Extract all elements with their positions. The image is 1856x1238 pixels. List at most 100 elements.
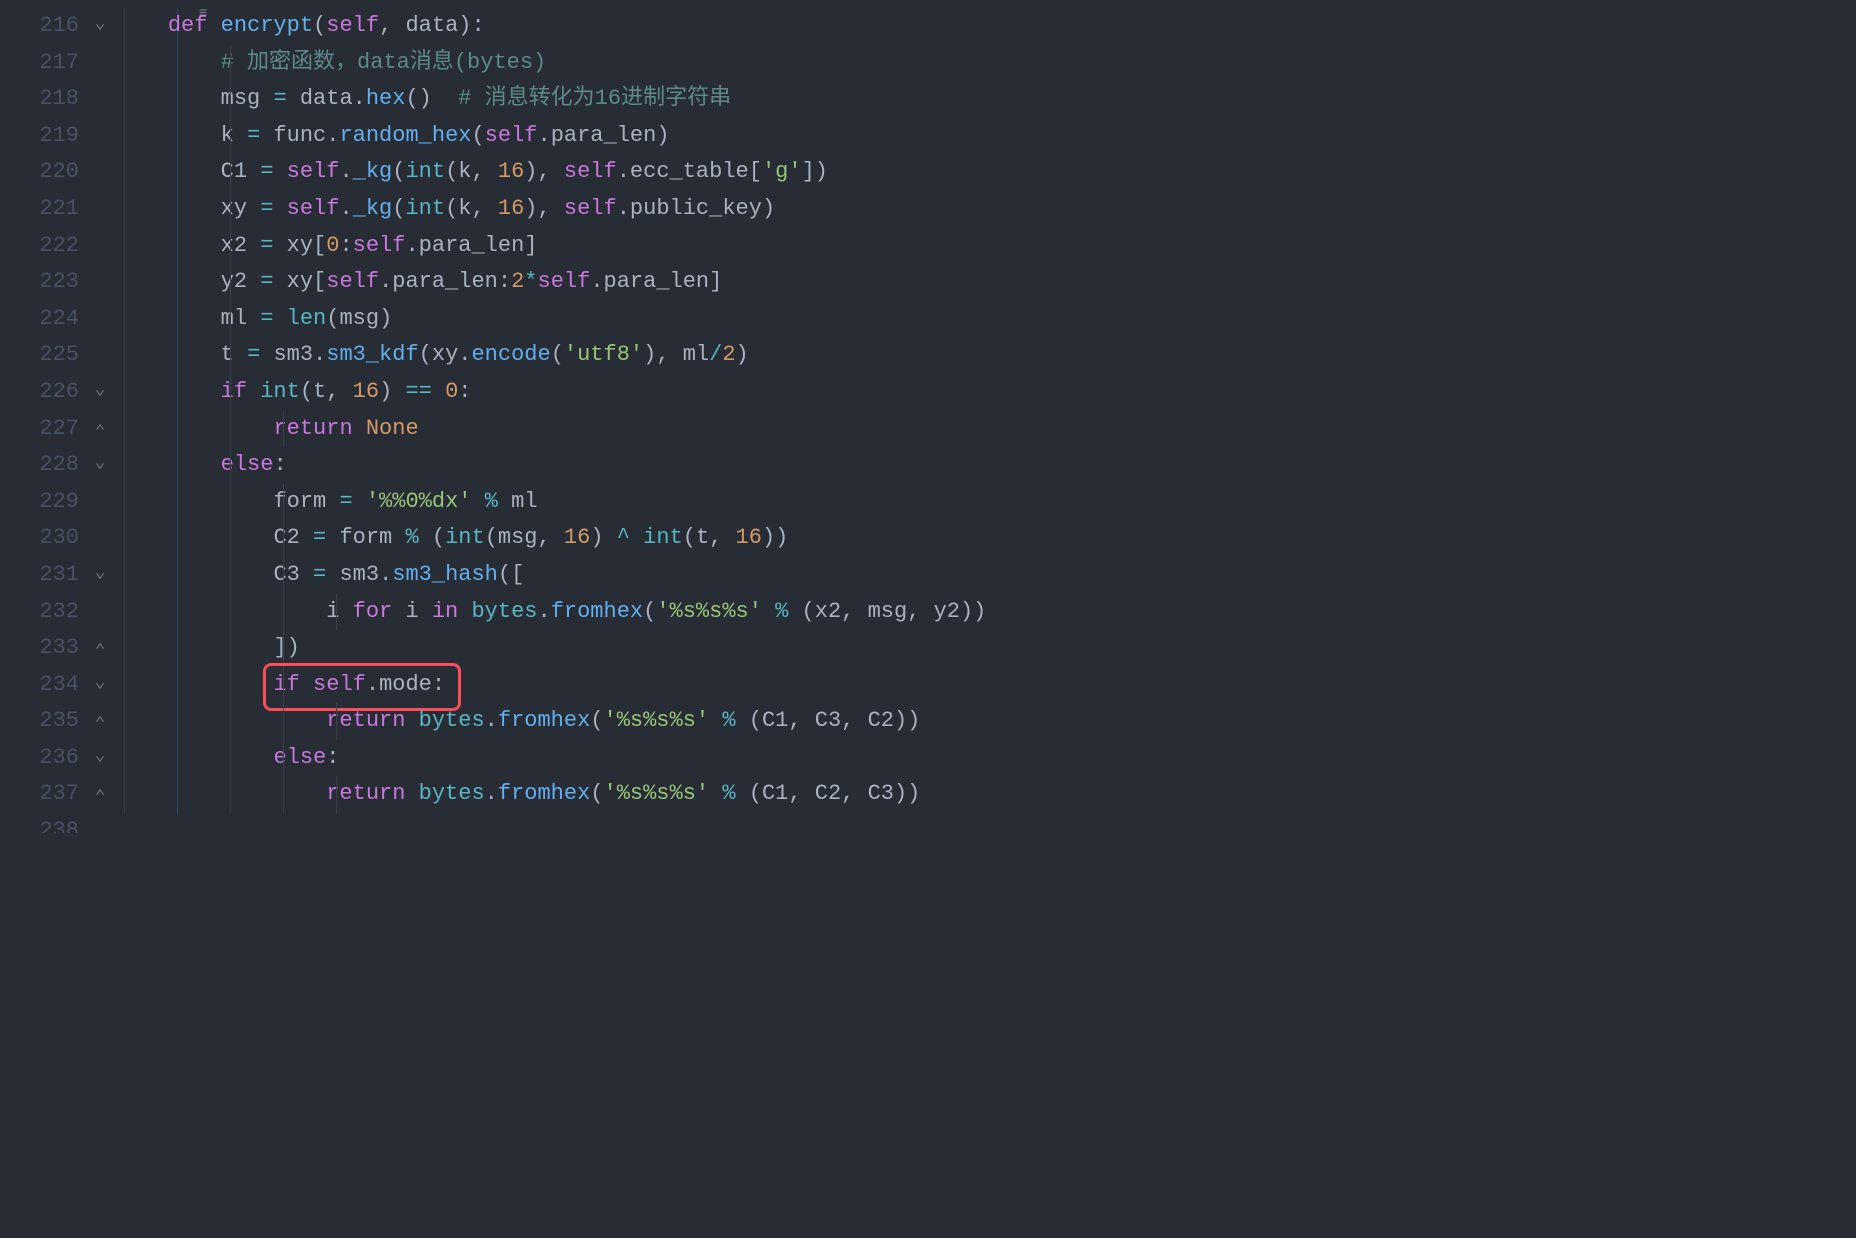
- fold-empty: [85, 118, 115, 155]
- token-punct: (: [392, 159, 405, 184]
- token-ident: mode: [379, 672, 432, 697]
- fold-expand-icon[interactable]: [85, 703, 115, 740]
- token-ident: k: [458, 196, 471, 221]
- indent-guide: [283, 630, 284, 667]
- indent-guide: [230, 264, 231, 301]
- token-ident: ecc_table: [630, 159, 749, 184]
- token-str: '%s%s%s': [656, 599, 762, 624]
- indent-guide: [283, 703, 284, 740]
- code-line[interactable]: else:: [115, 447, 1856, 484]
- token-ident: x2: [815, 599, 841, 624]
- token-cmt: # 消息转化为16进制字符串: [458, 86, 731, 111]
- token-str: '%%0%dx': [366, 489, 472, 514]
- indent-guide: [177, 667, 178, 704]
- token-ident: [115, 452, 221, 477]
- code-line[interactable]: k = func.random_hex(self.para_len): [115, 118, 1856, 155]
- code-line[interactable]: return None: [115, 411, 1856, 448]
- code-line[interactable]: msg = data.hex() # 消息转化为16进制字符串: [115, 81, 1856, 118]
- code-area[interactable]: ≡ def encrypt(self, data): # 加密函数，data消息…: [115, 0, 1856, 833]
- token-ident: [115, 672, 273, 697]
- fold-expand-icon[interactable]: [85, 630, 115, 667]
- indent-guide: [124, 337, 125, 374]
- indent-guide: [124, 740, 125, 777]
- token-punct: ,: [841, 708, 867, 733]
- indent-guide: [230, 191, 231, 228]
- token-self: self: [564, 159, 617, 184]
- indent-guide: [177, 594, 178, 631]
- token-op: *: [524, 269, 537, 294]
- fold-expand-icon[interactable]: [85, 776, 115, 813]
- token-punct: (: [326, 306, 339, 331]
- line-number: 232: [0, 594, 85, 631]
- fold-collapse-icon[interactable]: [85, 740, 115, 777]
- indent-guide: [336, 776, 337, 813]
- token-kw: return: [273, 416, 365, 441]
- token-punct: (: [432, 525, 445, 550]
- code-line[interactable]: if int(t, 16) == 0:: [115, 374, 1856, 411]
- token-ident: y2: [221, 269, 261, 294]
- indent-guide: [177, 118, 178, 155]
- token-punct: ,: [907, 599, 933, 624]
- code-line[interactable]: # 加密函数，data消息(bytes): [115, 45, 1856, 82]
- fold-collapse-icon[interactable]: [85, 557, 115, 594]
- code-line[interactable]: t = sm3.sm3_kdf(xy.encode('utf8'), ml/2): [115, 337, 1856, 374]
- code-line[interactable]: xy = self._kg(int(k, 16), self.public_ke…: [115, 191, 1856, 228]
- code-line[interactable]: i for i in bytes.fromhex('%s%s%s' % (x2,…: [115, 594, 1856, 631]
- token-punct: .: [379, 269, 392, 294]
- indent-guide: [177, 703, 178, 740]
- token-num: 16: [353, 379, 379, 404]
- code-line[interactable]: y2 = xy[self.para_len:2*self.para_len]: [115, 264, 1856, 301]
- token-op: %: [709, 708, 749, 733]
- indent-guide: [124, 630, 125, 667]
- fold-expand-icon[interactable]: [85, 411, 115, 448]
- fold-gutter[interactable]: [85, 0, 115, 833]
- code-line[interactable]: ]): [115, 630, 1856, 667]
- token-punct: .: [339, 159, 352, 184]
- code-line[interactable]: x2 = xy[0:self.para_len]: [115, 228, 1856, 265]
- token-punct: [: [313, 269, 326, 294]
- indent-guide: [230, 301, 231, 338]
- token-ident: msg: [498, 525, 538, 550]
- fold-collapse-icon[interactable]: [85, 667, 115, 704]
- code-line[interactable]: [115, 813, 1856, 833]
- fold-collapse-icon[interactable]: [85, 8, 115, 45]
- token-num: 0: [326, 233, 339, 258]
- indent-guide: [177, 228, 178, 265]
- token-ident: [115, 489, 273, 514]
- token-punct: ]: [524, 233, 537, 258]
- code-line[interactable]: C3 = sm3.sm3_hash([: [115, 557, 1856, 594]
- token-punct: ,: [471, 159, 497, 184]
- line-number: 234: [0, 667, 85, 704]
- token-ident: msg: [221, 86, 274, 111]
- fold-collapse-icon[interactable]: [85, 374, 115, 411]
- token-punct: ,: [788, 708, 814, 733]
- code-line[interactable]: ml = len(msg): [115, 301, 1856, 338]
- code-line[interactable]: def encrypt(self, data):: [115, 8, 1856, 45]
- token-punct: :: [432, 672, 445, 697]
- token-punct: )): [894, 781, 920, 806]
- line-number: 230: [0, 520, 85, 557]
- code-editor[interactable]: 2162172182192202212222232242252262272282…: [0, 0, 1856, 833]
- token-ident: data: [300, 86, 353, 111]
- code-line[interactable]: C1 = self._kg(int(k, 16), self.ecc_table…: [115, 154, 1856, 191]
- token-kw: return: [326, 708, 418, 733]
- token-punct: .: [617, 159, 630, 184]
- token-ident: i: [326, 599, 352, 624]
- code-line[interactable]: form = '%%0%dx' % ml: [115, 484, 1856, 521]
- code-line[interactable]: return bytes.fromhex('%s%s%s' % (C1, C2,…: [115, 776, 1856, 813]
- token-punct: (: [445, 159, 458, 184]
- code-line[interactable]: C2 = form % (int(msg, 16) ^ int(t, 16)): [115, 520, 1856, 557]
- indent-guide: [177, 740, 178, 777]
- code-line[interactable]: return bytes.fromhex('%s%s%s' % (C1, C3,…: [115, 703, 1856, 740]
- token-ident: xy: [287, 269, 313, 294]
- token-ident: [115, 123, 221, 148]
- token-ident: [115, 196, 221, 221]
- token-punct: .: [617, 196, 630, 221]
- code-line[interactable]: else:: [115, 740, 1856, 777]
- indent-guide: [283, 776, 284, 813]
- fold-empty: [85, 81, 115, 118]
- indent-guide: [124, 594, 125, 631]
- fold-collapse-icon[interactable]: [85, 447, 115, 484]
- token-punct: .: [485, 781, 498, 806]
- code-line[interactable]: if self.mode:: [115, 667, 1856, 704]
